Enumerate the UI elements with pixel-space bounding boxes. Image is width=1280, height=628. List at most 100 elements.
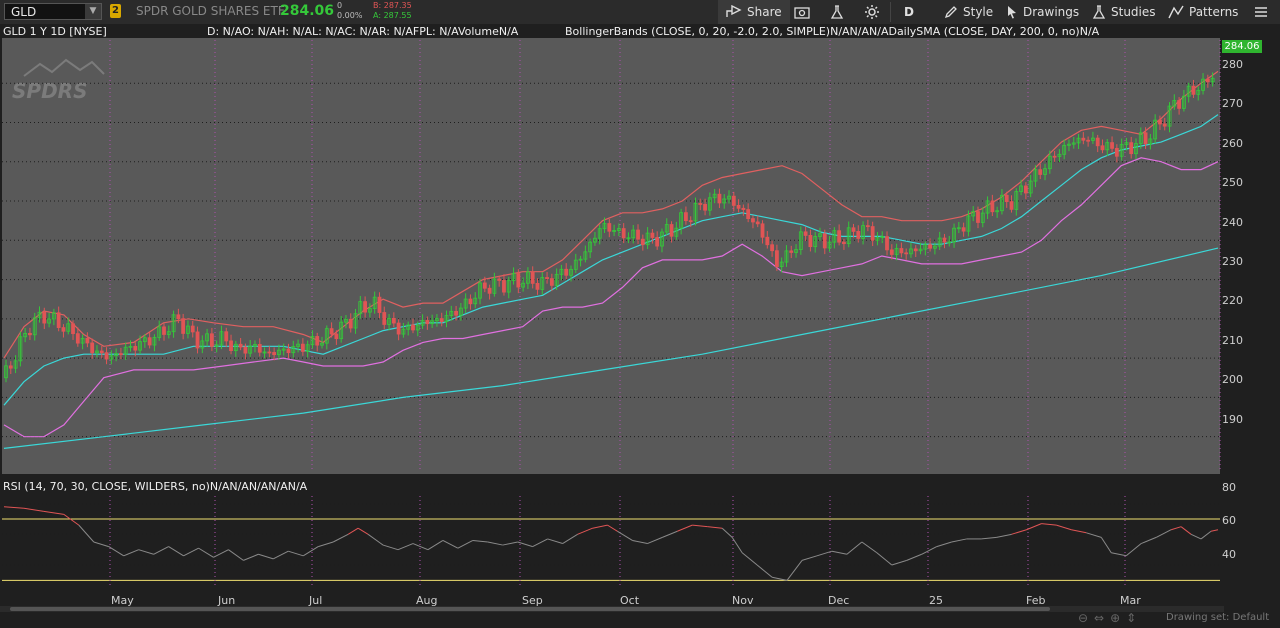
candle-body bbox=[315, 336, 320, 346]
candle-body bbox=[1191, 85, 1196, 95]
candle-body bbox=[99, 350, 104, 354]
candle-body bbox=[104, 352, 109, 360]
candle-body bbox=[1095, 137, 1100, 147]
candle-body bbox=[257, 344, 262, 353]
candle-body bbox=[808, 235, 813, 248]
candle-body bbox=[482, 282, 487, 289]
candle-body bbox=[1052, 155, 1057, 158]
candle-body bbox=[71, 323, 75, 335]
candle-body bbox=[267, 351, 272, 354]
candle-body bbox=[549, 278, 554, 286]
candle-body bbox=[243, 346, 248, 354]
candle-body bbox=[382, 312, 387, 325]
candle-body bbox=[530, 271, 535, 284]
price-axis-label: 220 bbox=[1222, 294, 1243, 307]
candle-body bbox=[731, 195, 736, 206]
candle-body bbox=[363, 301, 368, 313]
candle-body bbox=[272, 352, 277, 356]
candle-body bbox=[1129, 142, 1134, 155]
candle-body bbox=[837, 230, 842, 243]
candle-body bbox=[770, 244, 775, 252]
candle-body bbox=[300, 343, 305, 352]
candlestick-series bbox=[4, 72, 1215, 383]
candle-body bbox=[1162, 123, 1167, 127]
candle-body bbox=[904, 252, 909, 255]
candle-body bbox=[181, 318, 186, 334]
candle-body bbox=[803, 231, 808, 236]
spdrs-logo: SPDRS bbox=[12, 58, 105, 103]
candle-body bbox=[741, 207, 746, 210]
candle-body bbox=[162, 326, 166, 335]
candle-body bbox=[147, 337, 152, 346]
candle-body bbox=[497, 278, 502, 281]
candle-body bbox=[396, 322, 401, 335]
candle-body bbox=[224, 331, 229, 342]
candle-body bbox=[856, 230, 861, 239]
candle-body bbox=[1081, 137, 1086, 141]
candle-body bbox=[1004, 194, 1009, 202]
candle-body bbox=[885, 236, 889, 251]
candle-body bbox=[851, 227, 856, 232]
bollinger-upper-path bbox=[3, 70, 1219, 359]
candle-body bbox=[545, 277, 549, 279]
last-price-tag: 284.06 bbox=[1222, 40, 1262, 53]
candle-body bbox=[8, 365, 13, 369]
candle-body bbox=[899, 248, 904, 254]
candle-body bbox=[976, 211, 980, 223]
candle-body bbox=[607, 223, 612, 232]
candle-body bbox=[865, 225, 870, 228]
candle-body bbox=[286, 348, 291, 354]
candle-body bbox=[425, 320, 430, 325]
candle-body bbox=[411, 324, 415, 331]
candle-body bbox=[61, 327, 66, 332]
candle-body bbox=[468, 298, 473, 305]
candle-body bbox=[377, 296, 382, 313]
candle-body bbox=[822, 233, 827, 249]
candle-body bbox=[636, 229, 640, 240]
candle-body bbox=[56, 312, 61, 328]
bollinger-mid-path bbox=[3, 114, 1219, 406]
candle-body bbox=[1143, 132, 1148, 145]
candle-body bbox=[195, 331, 200, 349]
candle-body bbox=[698, 203, 703, 205]
price-axis-label: 210 bbox=[1222, 334, 1243, 347]
candle-body bbox=[516, 273, 521, 288]
candle-body bbox=[789, 250, 794, 253]
candle-body bbox=[842, 241, 846, 245]
candle-body bbox=[746, 209, 751, 220]
candle-body bbox=[238, 343, 243, 348]
drawing-set-status: Drawing set: Default bbox=[1166, 612, 1270, 623]
time-scrollbar-thumb[interactable] bbox=[10, 607, 1050, 611]
bollinger-mid-line bbox=[3, 114, 1219, 406]
candle-body bbox=[119, 353, 123, 355]
price-axis-label: 200 bbox=[1222, 373, 1243, 386]
candle-body bbox=[1038, 169, 1043, 175]
candle-body bbox=[703, 203, 707, 211]
candle-body bbox=[765, 236, 770, 246]
candle-body bbox=[391, 317, 396, 324]
price-axis-label: 190 bbox=[1222, 413, 1243, 426]
price-axis-label: 260 bbox=[1222, 137, 1243, 150]
candle-body bbox=[640, 238, 645, 246]
svg-text:SPDRS: SPDRS bbox=[12, 79, 87, 103]
price-axis-label: 230 bbox=[1222, 255, 1243, 268]
candle-body bbox=[1158, 119, 1162, 125]
candle-body bbox=[329, 328, 334, 335]
candle-body bbox=[774, 250, 779, 267]
candle-body bbox=[755, 221, 760, 225]
bollinger-lower-line bbox=[3, 157, 1219, 438]
candle-body bbox=[1177, 100, 1181, 109]
candle-body bbox=[760, 223, 765, 238]
candle-body bbox=[90, 342, 95, 354]
candle-body bbox=[961, 227, 966, 232]
candle-body bbox=[621, 228, 626, 239]
candle-body bbox=[454, 310, 458, 316]
candle-body bbox=[1100, 145, 1105, 151]
candle-body bbox=[564, 268, 569, 276]
zoom-controls[interactable]: ⊖⇔⊕⇕ bbox=[1078, 611, 1142, 625]
candle-body bbox=[1205, 78, 1210, 83]
rsi-panel[interactable] bbox=[2, 495, 1220, 590]
candle-body bbox=[942, 237, 947, 243]
candle-body bbox=[669, 224, 674, 237]
candle-body bbox=[650, 232, 655, 238]
